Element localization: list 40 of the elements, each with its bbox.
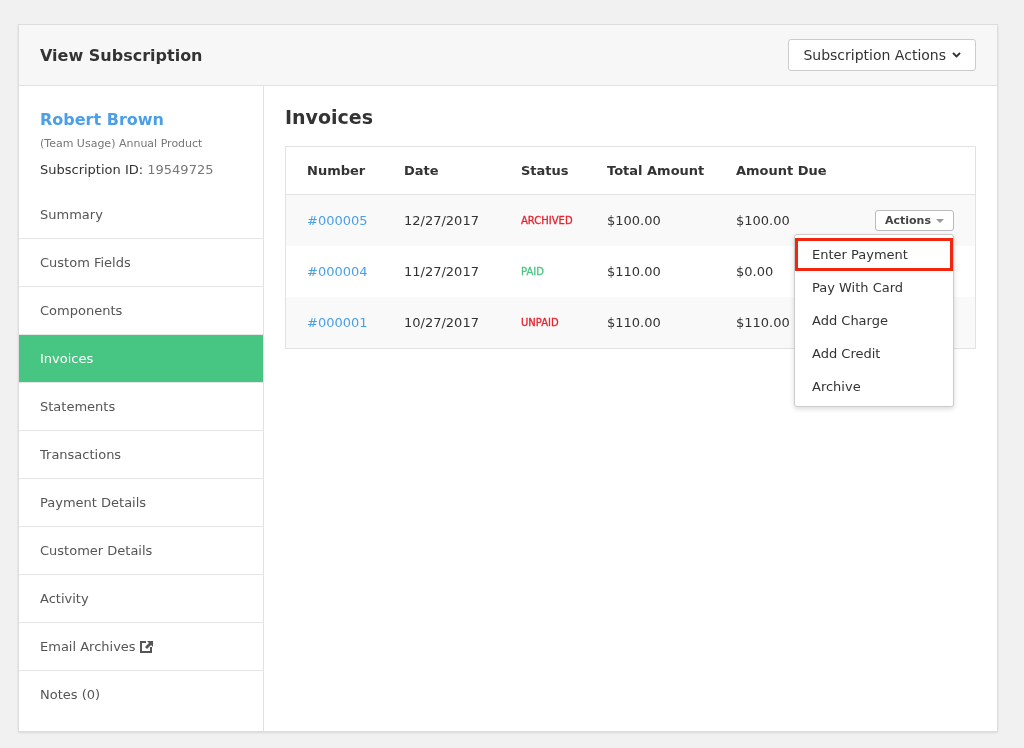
- sidebar-item[interactable]: Email Archives: [19, 623, 263, 671]
- column-header: Date: [404, 163, 439, 178]
- table-cell: $110.00: [736, 315, 790, 330]
- caret-icon: [936, 218, 944, 223]
- actions-button[interactable]: Actions: [875, 210, 954, 231]
- sidebar-item[interactable]: Statements: [19, 383, 263, 431]
- sidebar-item[interactable]: Activity: [19, 575, 263, 623]
- sidebar-item[interactable]: Notes (0): [19, 671, 263, 718]
- subscription-id-label: Subscription ID:: [40, 162, 144, 177]
- table-cell: $100.00: [607, 213, 661, 228]
- product-name: (Team Usage) Annual Product: [40, 137, 204, 150]
- menu-item[interactable]: Enter Payment: [795, 238, 953, 271]
- column-header: Status: [521, 163, 569, 178]
- status-label: ARCHIVED: [521, 215, 573, 226]
- table-cell: 12/27/2017: [404, 213, 479, 228]
- subscription-actions-button[interactable]: Subscription Actions: [788, 39, 976, 71]
- sidebar-item[interactable]: Transactions: [19, 431, 263, 479]
- column-header: Amount Due: [736, 163, 827, 178]
- section-title: Invoices: [285, 106, 374, 128]
- menu-item[interactable]: Pay With Card: [795, 271, 953, 304]
- column-header: Number: [307, 163, 366, 178]
- menu-item[interactable]: Add Charge: [795, 304, 953, 337]
- table-cell: $110.00: [607, 315, 661, 330]
- table-cell: 11/27/2017: [404, 264, 479, 279]
- table-cell: $110.00: [607, 264, 661, 279]
- page-title: View Subscription: [40, 45, 203, 65]
- subscription-id: 19549725: [147, 162, 214, 177]
- status-label: PAID: [521, 266, 544, 277]
- table-cell: $100.00: [736, 213, 790, 228]
- sidebar-item[interactable]: Summary: [19, 191, 263, 239]
- chevron-icon: [952, 52, 961, 58]
- table-cell: 10/27/2017: [404, 315, 479, 330]
- status-label: UNPAID: [521, 317, 559, 328]
- column-header: Total Amount: [607, 163, 705, 178]
- table-cell: $0.00: [736, 264, 774, 279]
- menu-item[interactable]: Archive: [795, 370, 953, 403]
- menu-item[interactable]: Add Credit: [795, 337, 953, 370]
- sidebar-item[interactable]: Customer Details: [19, 527, 263, 575]
- sidebar-item[interactable]: Custom Fields: [19, 239, 263, 287]
- sidebar-item[interactable]: Payment Details: [19, 479, 263, 527]
